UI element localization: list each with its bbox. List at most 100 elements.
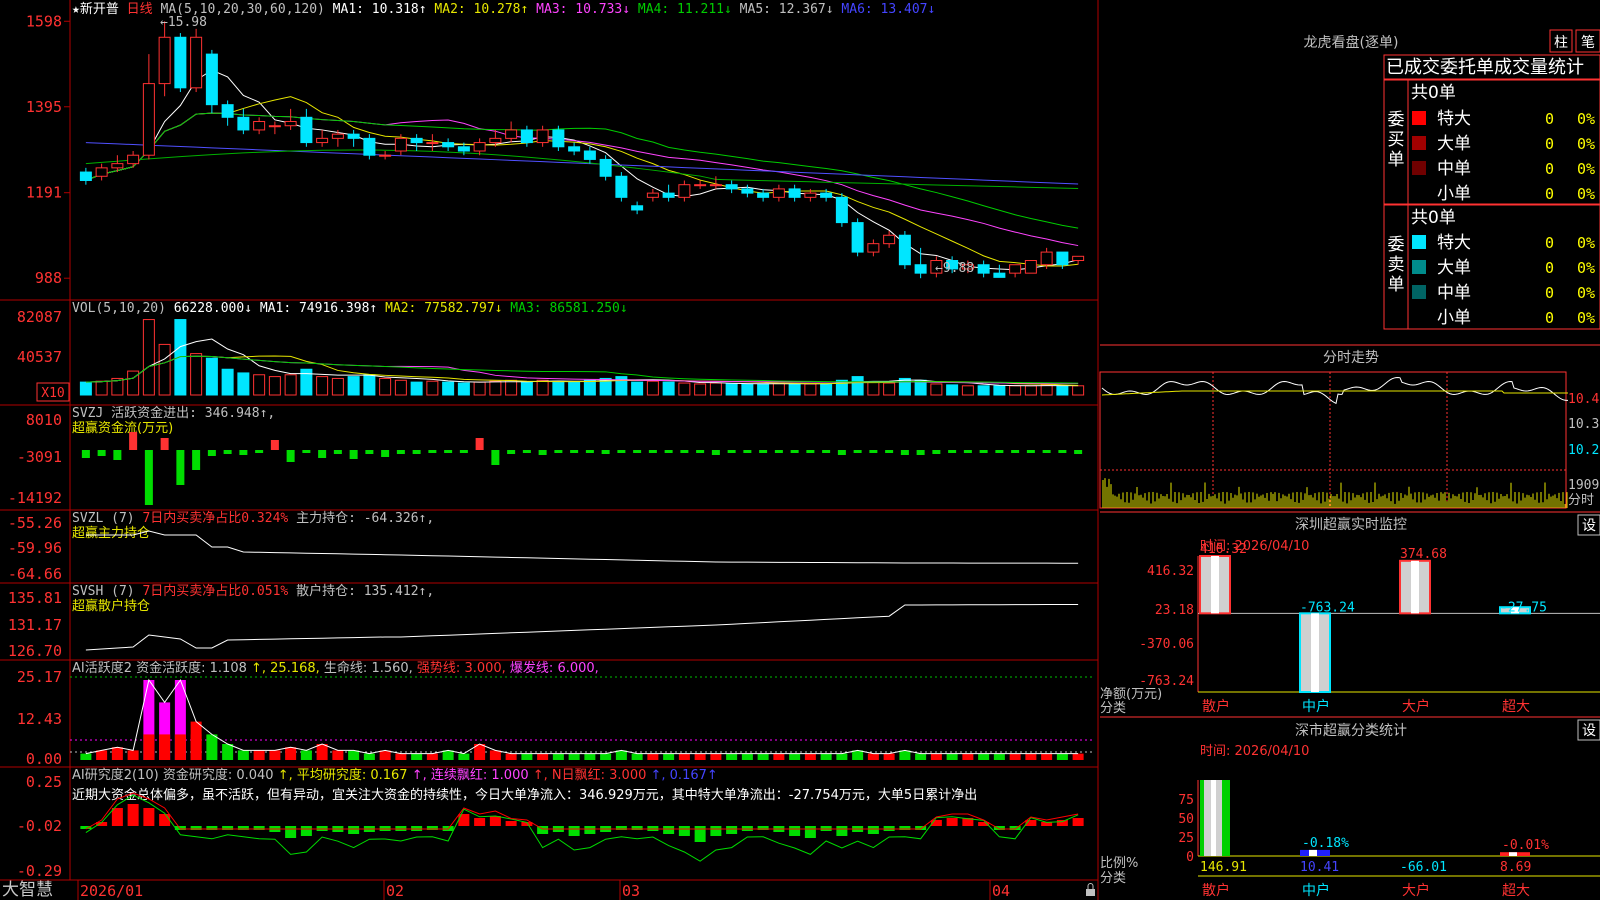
lock-icon bbox=[1086, 889, 1095, 896]
stats-category: 散户 bbox=[1202, 882, 1230, 899]
research-bar bbox=[678, 826, 690, 836]
flow-bar bbox=[963, 450, 972, 453]
flow-bar bbox=[81, 450, 90, 458]
x-axis-label: 04 bbox=[992, 882, 1010, 900]
volume-y-tick: 82087 bbox=[17, 308, 62, 326]
candle bbox=[394, 137, 407, 152]
volume-bar bbox=[268, 376, 281, 396]
research-bar bbox=[458, 814, 470, 826]
intraday-price-line bbox=[1101, 377, 1569, 405]
stats-bottom-label: 10.41 bbox=[1300, 860, 1339, 875]
candle bbox=[489, 137, 502, 144]
price-y-tick: 988 bbox=[35, 269, 62, 287]
sell-orders-label: 单 bbox=[1388, 275, 1405, 295]
research-bar bbox=[505, 821, 517, 826]
flow-bar bbox=[1058, 450, 1067, 453]
ai-research-legend: AI研究度2(10) 资金研究度: 0.040 ↑, 平均研究度: 0.167 … bbox=[72, 767, 718, 783]
volume-bar bbox=[993, 385, 1006, 396]
svzl-legend-part: 7日内买卖净占比0.324% bbox=[135, 510, 289, 526]
order-count: 0 bbox=[1545, 259, 1554, 277]
buy-orders-label: 单 bbox=[1388, 150, 1405, 170]
flow-bar bbox=[333, 450, 342, 454]
stock-chart-screen: ★新开普 日线 MA(5,10,20,30,60,120) MA1: 10.31… bbox=[0, 0, 1600, 900]
volume-bar bbox=[253, 374, 266, 396]
stats-settings-label[interactable]: 设 bbox=[1582, 723, 1596, 739]
sell-orders-label: 卖 bbox=[1388, 255, 1405, 275]
volume-bar bbox=[331, 377, 344, 396]
svzj-y-tick: -3091 bbox=[17, 448, 62, 466]
flow-bar bbox=[507, 450, 516, 454]
flow-bar bbox=[255, 450, 264, 453]
flow-bar bbox=[570, 450, 579, 453]
bar-mode-button-label[interactable]: 柱 bbox=[1554, 35, 1568, 51]
candle bbox=[835, 196, 848, 224]
active-bar bbox=[300, 750, 312, 760]
svzj-y-tick: 8010 bbox=[26, 411, 62, 429]
candle bbox=[599, 158, 612, 177]
flow-bar bbox=[381, 450, 390, 457]
order-pct: 0% bbox=[1577, 259, 1595, 277]
monitor-category: 大户 bbox=[1402, 698, 1430, 715]
candle bbox=[331, 133, 344, 139]
active-bar bbox=[442, 750, 454, 760]
research-bar bbox=[348, 826, 360, 834]
active-bar bbox=[836, 753, 848, 760]
flow-bar bbox=[554, 450, 563, 453]
active-bar-base bbox=[190, 734, 202, 760]
price-legend-part: MA2: 10.278↑ bbox=[427, 2, 529, 17]
research-bar bbox=[1056, 820, 1068, 826]
volume-bar bbox=[867, 381, 880, 396]
monitor-settings-label[interactable]: 设 bbox=[1582, 518, 1596, 534]
ai-research-legend-part: 资金研究度: 0.040 bbox=[159, 767, 274, 783]
x-axis-label: 03 bbox=[622, 882, 640, 900]
active-bar bbox=[978, 753, 990, 760]
ai-active-legend: AI活跃度2 资金活跃度: 1.108 ↑, 25.168, 生命线: 1.56… bbox=[72, 660, 599, 676]
flow-bar bbox=[885, 450, 894, 453]
order-pct: 0% bbox=[1577, 135, 1595, 153]
monitor-value-label: 416.32 bbox=[1200, 542, 1247, 557]
active-bar bbox=[663, 753, 675, 760]
active-bar bbox=[804, 753, 816, 760]
volume-bar bbox=[79, 381, 92, 396]
flow-bar bbox=[759, 450, 768, 453]
flow-bar bbox=[948, 450, 957, 453]
order-swatch bbox=[1412, 235, 1426, 249]
flow-bar bbox=[318, 450, 327, 458]
candle bbox=[646, 192, 659, 198]
stats-title: 深市超赢分类统计 bbox=[1295, 722, 1407, 739]
candle bbox=[583, 150, 596, 160]
active-bar bbox=[757, 753, 769, 760]
monitor-value-label: -27.75 bbox=[1500, 600, 1547, 615]
active-bar bbox=[694, 753, 706, 760]
volume-bar bbox=[646, 380, 659, 396]
active-bar bbox=[426, 753, 438, 760]
research-bar bbox=[474, 818, 486, 826]
ai-research-y-tick: 0.25 bbox=[26, 773, 62, 791]
order-type-label: 特大 bbox=[1437, 109, 1471, 129]
buy-orders-label: 买 bbox=[1388, 130, 1405, 150]
price-legend-part: ★新开普 bbox=[72, 1, 119, 17]
order-swatch bbox=[1412, 136, 1426, 150]
active-bar bbox=[489, 750, 501, 760]
ai-research-legend-part: ↑, 0.167↑ bbox=[646, 768, 717, 783]
flow-bar bbox=[538, 450, 547, 455]
monitor-axis-label: 分类 bbox=[1100, 701, 1126, 716]
volume-bar bbox=[457, 382, 470, 396]
monitor-category: 散户 bbox=[1202, 698, 1230, 715]
candle bbox=[615, 175, 628, 198]
svzl-legend-part: 主力持仓: -64.326↑, bbox=[288, 511, 434, 526]
flow-bar bbox=[113, 450, 122, 460]
volume-bar bbox=[221, 368, 234, 396]
ai-research-legend-part: ↑, 平均研究度: 0.167 bbox=[274, 767, 408, 783]
ai-active-legend-part: AI活跃度2 bbox=[72, 660, 132, 676]
volume-bar bbox=[631, 381, 644, 396]
tick-mode-button-label[interactable]: 笔 bbox=[1581, 35, 1595, 51]
volume-bar bbox=[190, 353, 203, 396]
active-bar bbox=[820, 753, 832, 760]
monitor-category: 超大 bbox=[1502, 699, 1530, 715]
volume-bar bbox=[552, 380, 565, 396]
candle bbox=[1009, 264, 1022, 274]
volume-bar bbox=[363, 374, 376, 396]
active-bar bbox=[1056, 753, 1068, 760]
research-bar bbox=[111, 808, 123, 826]
